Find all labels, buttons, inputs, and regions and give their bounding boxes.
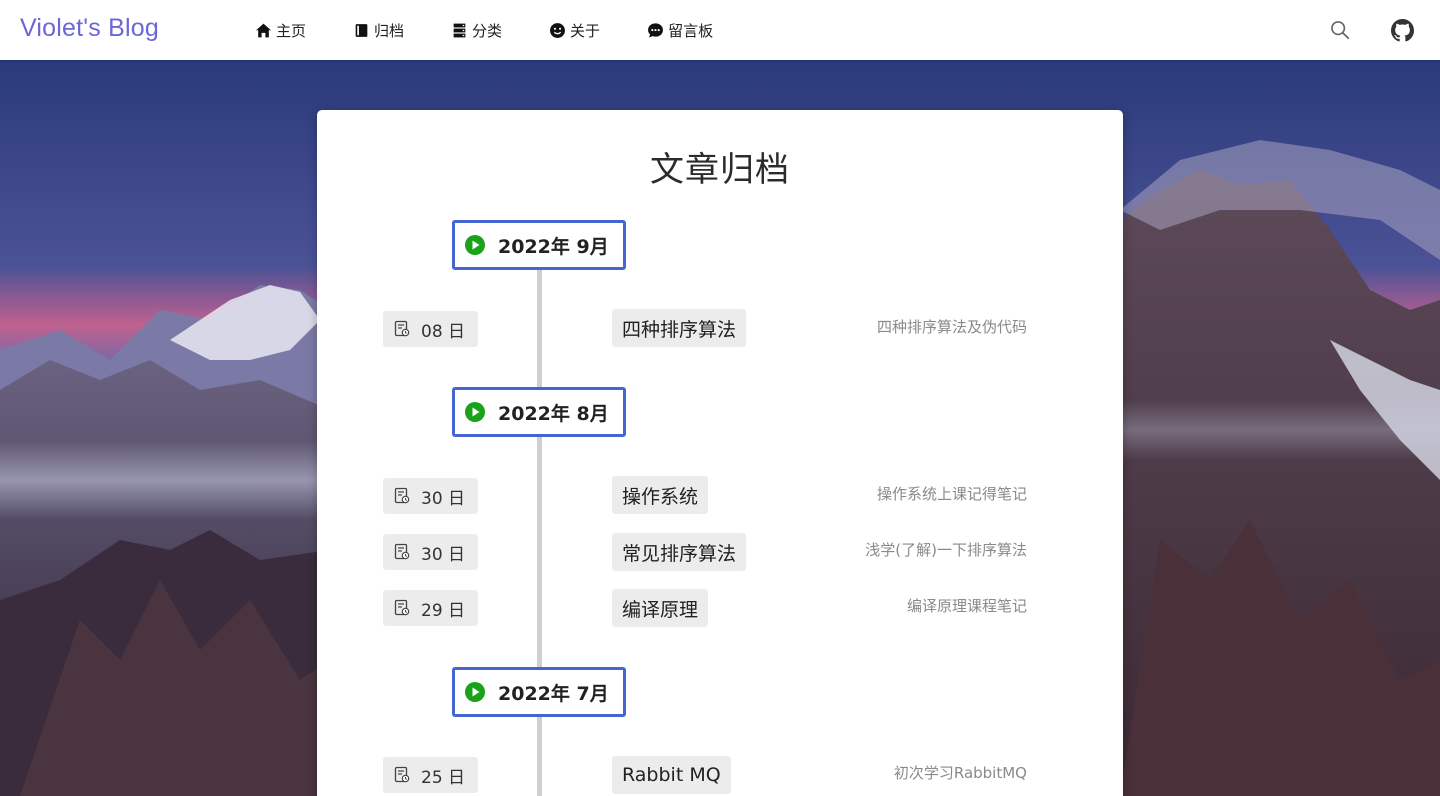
- post-description: 操作系统上课记得笔记: [876, 485, 1027, 503]
- day-label: 25 日: [421, 767, 466, 788]
- post-title-link[interactable]: Rabbit MQ: [612, 756, 731, 794]
- post-title-link[interactable]: 四种排序算法: [612, 309, 747, 347]
- post-day: 30 日: [383, 534, 478, 570]
- nav-item-category[interactable]: 分类: [450, 0, 502, 60]
- nav-item-message-board[interactable]: 留言板: [646, 0, 713, 60]
- calendar-post-icon: [394, 320, 410, 337]
- nav-item-label: 主页: [276, 21, 307, 40]
- month-label: 2022年 7月: [498, 682, 609, 705]
- calendar-post-icon: [394, 487, 410, 504]
- day-label: 08 日: [421, 321, 466, 342]
- post-description: 浅学(了解)一下排序算法: [865, 541, 1027, 559]
- nav-item-label: 归档: [374, 21, 405, 40]
- nav-item-label: 留言板: [668, 21, 714, 40]
- archive-icon: [352, 21, 370, 39]
- nav-item-archive[interactable]: 归档: [352, 0, 404, 60]
- month-label: 2022年 9月: [498, 235, 609, 258]
- play-icon: [465, 682, 485, 702]
- day-label: 30 日: [421, 488, 466, 509]
- month-label: 2022年 8月: [498, 402, 609, 425]
- nav-item-about[interactable]: 关于: [548, 0, 600, 60]
- post-description: 初次学习RabbitMQ: [893, 764, 1027, 782]
- category-icon: [450, 21, 468, 39]
- page-title: 文章归档: [650, 150, 790, 190]
- day-label: 30 日: [421, 544, 466, 565]
- nav-item-label: 关于: [570, 21, 601, 40]
- play-icon: [465, 402, 485, 422]
- month-header[interactable]: 2022年 8月: [452, 387, 626, 437]
- post-title-link[interactable]: 操作系统: [612, 476, 709, 514]
- post-day: 08 日: [383, 311, 478, 347]
- github-icon[interactable]: [1390, 18, 1414, 42]
- top-navbar: Violet's Blog 主页 归档 分类 关于 留言板: [0, 0, 1440, 60]
- blog-brand-link[interactable]: Violet's Blog: [20, 14, 159, 43]
- post-title-link[interactable]: 常见排序算法: [612, 533, 747, 571]
- month-header[interactable]: 2022年 7月: [452, 667, 626, 717]
- calendar-post-icon: [394, 599, 410, 616]
- month-header[interactable]: 2022年 9月: [452, 220, 626, 270]
- archive-card: [317, 110, 1123, 796]
- nav-item-label: 分类: [472, 21, 503, 40]
- smile-icon: [548, 21, 566, 39]
- post-description: 编译原理课程笔记: [906, 597, 1027, 615]
- search-icon[interactable]: [1328, 18, 1352, 42]
- nav-item-home[interactable]: 主页: [254, 0, 306, 60]
- message-icon: [646, 21, 664, 39]
- day-label: 29 日: [421, 600, 466, 621]
- home-icon: [254, 21, 272, 39]
- post-day: 25 日: [383, 757, 478, 793]
- timeline-line: [537, 270, 542, 387]
- timeline-line: [537, 437, 542, 667]
- play-icon: [465, 235, 485, 255]
- post-description: 四种排序算法及伪代码: [876, 318, 1027, 336]
- nav-right-tools: [1328, 0, 1414, 60]
- post-day: 30 日: [383, 478, 478, 514]
- calendar-post-icon: [394, 543, 410, 560]
- post-title-link[interactable]: 编译原理: [612, 589, 709, 627]
- timeline-line: [537, 717, 542, 796]
- calendar-post-icon: [394, 766, 410, 783]
- post-day: 29 日: [383, 590, 478, 626]
- main-nav: 主页 归档 分类 关于 留言板: [254, 0, 759, 60]
